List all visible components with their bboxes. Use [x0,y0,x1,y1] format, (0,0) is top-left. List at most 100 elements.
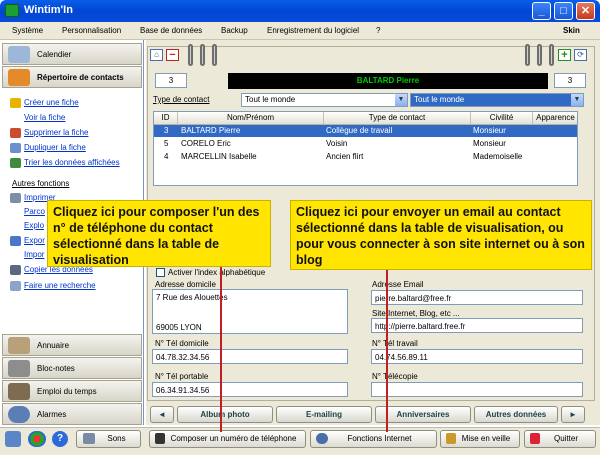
close-button[interactable]: ✕ [576,2,595,20]
record-count-right: 3 [554,73,586,88]
delete-icon [10,128,21,138]
dial-phone-button[interactable]: Composer un numéro de téléphone [149,430,306,448]
action-sort[interactable]: Trier les données affichées [24,158,120,167]
contact-type-label: Type de contact [153,95,210,104]
tab-previous-arrow[interactable]: ◄ [150,406,174,423]
sort-icon [10,158,21,168]
action-delete[interactable]: Supprimer la fiche [24,128,88,137]
column-header-name[interactable]: Nom/Prénom [178,112,324,125]
screen-icon[interactable] [5,431,21,447]
tel-mobile-field[interactable]: 06.34.91.34.56 [152,382,348,397]
callout-internet-functions: Cliquez ici pour envoyer un email au con… [290,200,592,270]
contacts-table: ID Nom/Prénom Type de contact Civilité A… [153,111,578,186]
quit-icon [530,433,540,444]
network-icon [316,433,328,444]
address-line-2: 69005 LYON [156,323,202,332]
menu-backup[interactable]: Backup [221,26,248,35]
column-header-appearance[interactable]: Apparence [533,112,577,125]
sidebar-section-annuaire[interactable]: Annuaire [2,334,142,356]
tab-anniversaires[interactable]: Anniversaires [375,406,471,423]
other-export[interactable]: Expor [24,236,45,245]
email-label: Adresse Email [372,280,424,289]
menu-base-de-donnees[interactable]: Base de données [140,26,202,35]
tab-next-arrow[interactable]: ► [561,406,585,423]
search-icon [10,281,21,291]
remove-contact-button[interactable]: − [166,49,179,61]
sidebar-section-calendar[interactable]: Calendier [2,43,142,65]
alarm-clock-icon [8,406,30,423]
refresh-icon[interactable]: ⟳ [574,49,587,61]
menu-personnalisation[interactable]: Personnalisation [62,26,121,35]
action-create[interactable]: Créer une fiche [24,98,79,107]
email-field[interactable]: pierre.baltard@free.fr [371,290,583,305]
create-icon [10,98,21,108]
table-row[interactable]: 4 MARCELLIN Isabelle Ancien flirt Mademo… [154,151,577,163]
fax-label: N° Télécopie [372,372,418,381]
home-icon[interactable]: ⌂ [150,49,163,61]
tel-work-field[interactable]: 04.74.56.89.11 [371,349,583,364]
tab-album-photo[interactable]: Album photo [177,406,273,423]
speaker-icon [83,433,95,444]
address-field[interactable]: 7 Rue des Alouettes 69005 LYON [152,289,348,334]
address-line-1: 7 Rue des Alouettes [156,293,228,302]
sidebar-section-contacts[interactable]: Répertoire de contacts [2,66,142,88]
index-checkbox[interactable] [156,268,165,277]
binder-ring-icon [525,44,530,66]
add-contact-button[interactable]: + [558,49,571,61]
standby-button[interactable]: Mise en veille [440,430,520,448]
help-icon[interactable]: ? [52,431,68,447]
column-header-type[interactable]: Type de contact [324,112,471,125]
action-duplicate[interactable]: Dupliquer la fiche [24,143,86,152]
binder-ring-icon [549,44,554,66]
contact-type-select[interactable]: Tout le monde ▼ [241,93,408,107]
selected-contact-name: BALTARD Pierre [228,73,548,89]
copy-icon [10,265,21,275]
sidebar-section-alarms[interactable]: Alarmes [2,403,142,425]
fax-field[interactable] [371,382,583,397]
contacts-icon [8,69,30,86]
skin-button[interactable]: Skin [563,26,580,35]
tab-autres-donnees[interactable]: Autres données [474,406,558,423]
callout-dial-phone: Cliquez ici pour composer l'un des n° de… [47,200,271,267]
sidebar-section-notes[interactable]: Bloc-notes [2,357,142,379]
maximize-button[interactable]: □ [554,2,573,20]
binder-ring-icon [537,44,542,66]
column-header-civility[interactable]: Civilité [471,112,533,125]
tab-emailing[interactable]: E-mailing [276,406,372,423]
menu-systeme[interactable]: Système [12,26,43,35]
browser-icon[interactable] [28,431,46,447]
website-field[interactable]: http://pierre.baltard.free.fr [371,318,583,333]
standby-icon [446,433,456,444]
chevron-down-icon: ▼ [571,94,583,106]
other-functions-heading: Autres fonctions [12,179,70,188]
internet-functions-button[interactable]: Fonctions Internet [310,430,437,448]
sidebar-section-schedule[interactable]: Emploi du temps [2,380,142,402]
tel-home-field[interactable]: 04.78.32.34.56 [152,349,348,364]
menu-help[interactable]: ? [376,26,380,35]
phone-icon [155,433,165,444]
tel-mobile-label: N° Tél portable [155,372,209,381]
table-row[interactable]: 3 BALTARD Pierre Collègue de travail Mon… [154,125,577,137]
annuaire-icon [8,337,30,354]
minimize-button[interactable]: _ [532,2,551,20]
print-icon [10,193,21,203]
quit-button[interactable]: Quitter [524,430,596,448]
action-view[interactable]: Voir la fiche [24,113,65,122]
other-import[interactable]: Impor [24,250,44,259]
other-search[interactable]: Faire une recherche [24,281,96,290]
other-explo[interactable]: Explo [24,221,44,230]
calendar-icon [8,46,30,63]
table-row[interactable]: 5 CORELO Eric Voisin Monsieur [154,138,577,150]
chevron-down-icon: ▼ [395,94,407,106]
other-parco[interactable]: Parco [24,207,45,216]
sounds-button[interactable]: Sons [76,430,141,448]
contact-type-select-secondary[interactable]: Tout le monde ▼ [410,93,584,107]
export-icon [10,236,21,246]
app-icon [5,4,19,17]
callout-pointer-line [220,265,222,432]
column-header-id[interactable]: ID [154,112,178,125]
menu-enregistrement[interactable]: Enregistrement du logiciel [267,26,359,35]
tel-work-label: N° Tél travail [372,339,418,348]
record-count-left: 3 [155,73,187,88]
binder-ring-icon [200,44,205,66]
